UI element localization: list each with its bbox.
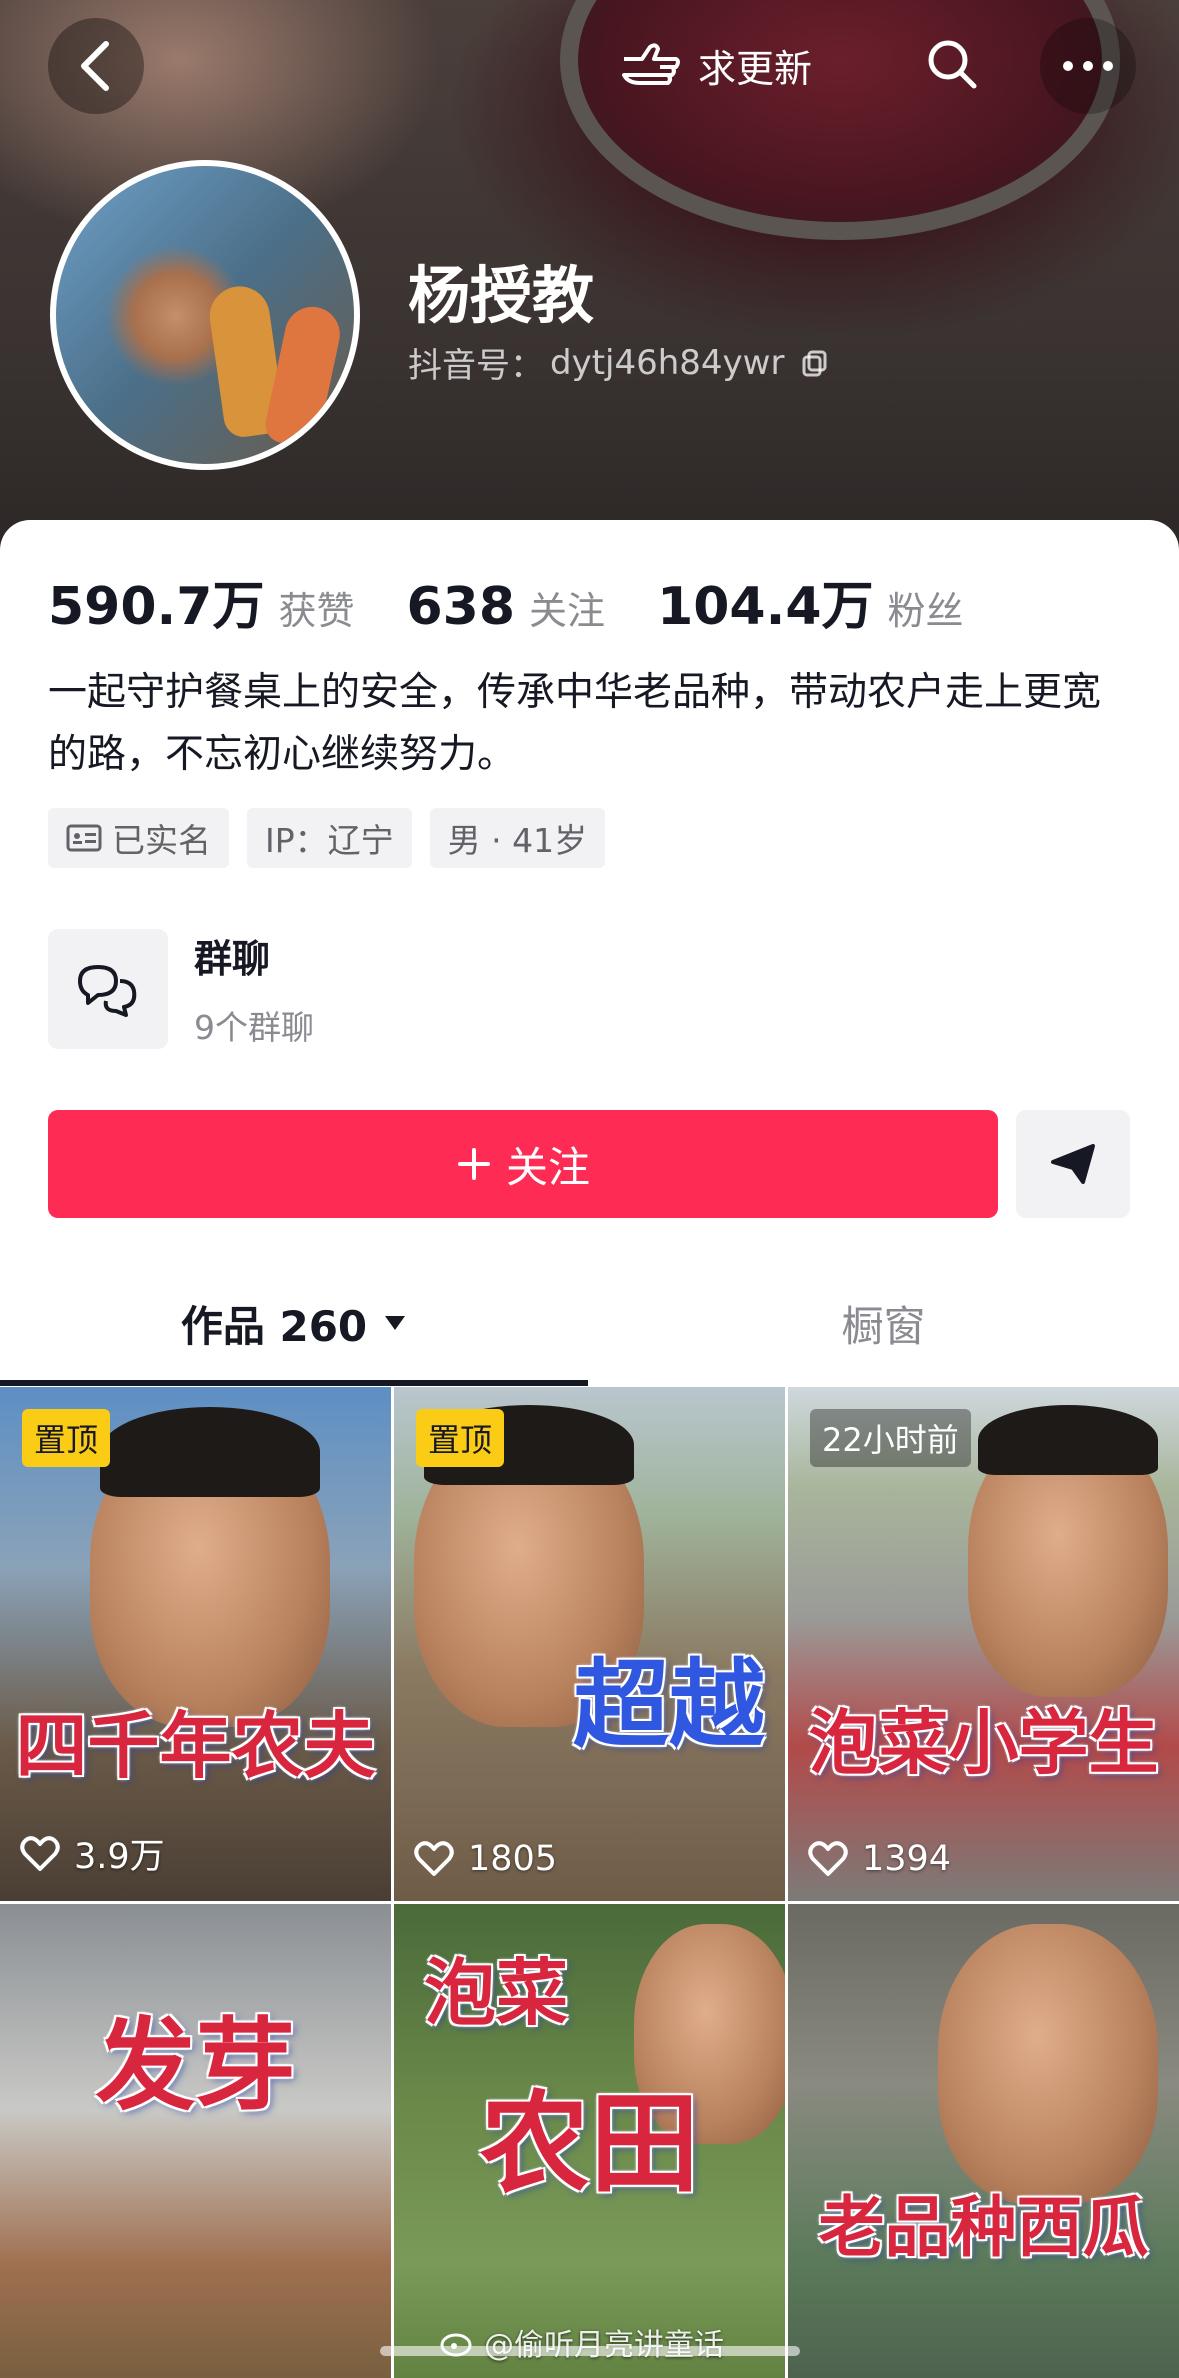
- hand-pointing-icon: [622, 43, 680, 85]
- stat-likes-label: 获赞: [278, 589, 355, 633]
- video-thumbnail[interactable]: 置顶 四千年农夫 3.9万: [0, 1387, 391, 1901]
- more-dots-icon: [1063, 61, 1113, 71]
- content-tabs: 作品 260 橱窗: [0, 1260, 1179, 1390]
- video-likes-count: 3.9万: [74, 1837, 165, 1877]
- tag-ip-label: IP：辽宁: [265, 821, 394, 860]
- request-update-label: 求更新: [698, 46, 813, 91]
- back-button[interactable]: [48, 18, 144, 114]
- video-thumbnail[interactable]: 置顶 超越 1805: [394, 1387, 785, 1901]
- profile-name: 杨授教: [408, 259, 595, 332]
- stat-followers-label: 粉丝: [887, 589, 964, 633]
- more-options-button[interactable]: [1040, 18, 1136, 114]
- id-card-icon: [66, 824, 102, 852]
- heart-icon: [414, 1841, 454, 1876]
- video-thumbnail[interactable]: 泡菜 农田: [394, 1904, 785, 2378]
- request-update-button[interactable]: 求更新: [620, 30, 812, 100]
- video-caption-top: 泡菜: [424, 1951, 569, 2035]
- video-likes-count: 1805: [468, 1839, 558, 1879]
- heart-icon: [20, 1835, 60, 1871]
- watermark-text: @偷听月亮讲童话: [484, 2320, 724, 2364]
- tab-active-indicator: [0, 1380, 588, 1386]
- douyin-id-label: 抖音号：: [408, 346, 544, 386]
- stat-following-label: 关注: [529, 589, 606, 633]
- group-chat-entry[interactable]: 群聊 9个群聊: [48, 928, 314, 1049]
- chevron-left-icon: [81, 41, 109, 91]
- tag-ip: IP：辽宁: [247, 808, 412, 868]
- stat-likes-number: 590.7万: [48, 577, 265, 637]
- group-chat-title: 群聊: [194, 937, 271, 981]
- heart-icon: [808, 1841, 848, 1876]
- video-caption: 泡菜小学生: [808, 1702, 1159, 1784]
- group-chat-icon-box: [48, 928, 168, 1049]
- avatar[interactable]: [50, 160, 360, 470]
- copy-icon[interactable]: [800, 348, 830, 378]
- video-likes-count: 1394: [862, 1839, 952, 1879]
- profile-banner: 求更新 杨授教 抖音号： dytj46h84ywr: [0, 0, 1179, 560]
- watermark: @偷听月亮讲童话: [440, 2320, 724, 2364]
- tag-verified-label: 已实名: [112, 821, 211, 860]
- video-caption: 老品种西瓜: [818, 2189, 1149, 2266]
- video-grid: 置顶 四千年农夫 3.9万 置顶 超越 1805 22小时前 泡菜小学生 139…: [0, 1387, 1179, 2378]
- profile-tags: 已实名 IP：辽宁 男 · 41岁: [48, 808, 606, 868]
- video-likes: 1805: [414, 1839, 557, 1879]
- video-likes: 3.9万: [20, 1828, 165, 1879]
- pinned-badge: 置顶: [22, 1409, 111, 1467]
- tab-works-label: 作品 260: [180, 1301, 368, 1351]
- pinned-badge: 置顶: [416, 1409, 505, 1467]
- tag-verified[interactable]: 已实名: [48, 808, 229, 868]
- caret-down-icon: [385, 1316, 406, 1330]
- search-icon: [928, 40, 977, 89]
- tag-gender-age: 男 · 41岁: [429, 808, 606, 868]
- send-message-button[interactable]: [1016, 1110, 1130, 1218]
- tab-shop[interactable]: 橱窗: [588, 1260, 1179, 1386]
- posted-time-badge: 22小时前: [810, 1409, 971, 1467]
- tab-shop-label: 橱窗: [841, 1301, 926, 1351]
- follow-label: 关注: [505, 1142, 590, 1192]
- video-thumbnail[interactable]: 22小时前 泡菜小学生 1394: [788, 1387, 1179, 1901]
- group-chat-count: 9个群聊: [194, 1008, 314, 1047]
- douyin-id-value: dytj46h84ywr: [550, 342, 785, 383]
- stats-row: 590.7万 获赞 638 关注 104.4万 粉丝: [48, 564, 1016, 639]
- douyin-id: 抖音号： dytj46h84ywr: [408, 338, 830, 387]
- plus-icon: [457, 1148, 490, 1180]
- stat-followers[interactable]: 104.4万 粉丝: [657, 564, 964, 639]
- video-caption: 发芽: [95, 2007, 296, 2124]
- video-thumbnail[interactable]: 老品种西瓜: [788, 1904, 1179, 2378]
- stat-following[interactable]: 638 关注: [407, 577, 606, 637]
- stat-followers-number: 104.4万: [657, 577, 874, 637]
- follow-button[interactable]: 关注: [48, 1110, 998, 1218]
- stat-likes[interactable]: 590.7万 获赞: [48, 564, 355, 639]
- paper-plane-icon: [1051, 1144, 1095, 1184]
- tab-works[interactable]: 作品 260: [0, 1260, 588, 1386]
- stat-following-number: 638: [406, 577, 516, 637]
- profile-bio: 一起守护餐桌上的安全，传承中华老品种，带动农户走上更宽的路，不忘初心继续努力。: [48, 670, 1102, 777]
- video-caption: 四千年农夫: [15, 1704, 376, 1788]
- video-caption: 农田: [479, 2080, 700, 2208]
- home-indicator[interactable]: [380, 2346, 800, 2356]
- tag-gender-age-label: 男 · 41岁: [447, 821, 588, 860]
- video-caption: 超越: [573, 1649, 765, 1761]
- chat-bubbles-icon: [78, 964, 137, 1017]
- search-button[interactable]: [910, 22, 994, 106]
- video-likes: 1394: [808, 1839, 951, 1879]
- video-thumbnail[interactable]: 发芽: [0, 1904, 391, 2378]
